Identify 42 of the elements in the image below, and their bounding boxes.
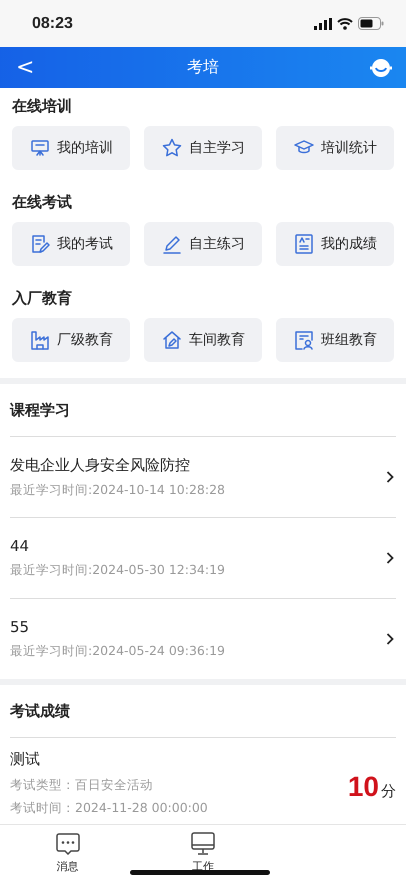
score-unit: 分 (381, 782, 396, 801)
signal-icon (314, 18, 332, 30)
menu-button[interactable]: 班组教育 (276, 318, 394, 362)
menu-button[interactable]: 自主学习 (144, 126, 262, 170)
back-button[interactable]: < (12, 55, 38, 80)
menu-button[interactable]: 车间教育 (144, 318, 262, 362)
house-pen-icon (161, 329, 183, 351)
last-study-time: 最近学习时间:2024-05-30 12:34:19 (10, 562, 226, 579)
section-heading: 课程学习 (10, 384, 396, 437)
tab-bar-item[interactable]: 消息 (0, 825, 136, 883)
report-card-icon (293, 233, 315, 255)
exam-type: 考试类型：百日安全活动 (10, 777, 154, 794)
section-heading: 考试成绩 (10, 685, 396, 738)
menu-button[interactable]: 我的成绩 (276, 222, 394, 266)
star-icon (161, 137, 183, 159)
chevron-right-icon[interactable] (386, 552, 396, 564)
factory-icon (29, 329, 51, 351)
menu-button[interactable]: 自主练习 (144, 222, 262, 266)
course-title[interactable]: 44 (10, 537, 386, 555)
chat-bubble-icon (54, 831, 81, 855)
wifi-icon (337, 18, 353, 30)
last-study-time: 最近学习时间:2024-10-14 10:28:28 (10, 482, 226, 498)
monitor-icon (190, 831, 216, 855)
exam-time: 考试时间：2024-11-28 00:00:00 (10, 800, 209, 817)
exam-title: 测试 (10, 750, 41, 769)
clock-time: 08:23 (32, 14, 73, 32)
menu-button[interactable]: 我的培训 (12, 126, 130, 170)
course-title[interactable]: 发电企业人身安全风险防控 (10, 456, 386, 474)
person-card-icon (293, 329, 315, 351)
chevron-right-icon[interactable] (386, 633, 396, 645)
page-title: 考培 (187, 57, 220, 78)
battery-icon (358, 17, 384, 30)
section-heading: 在线考试 (12, 192, 73, 213)
menu-button[interactable]: 培训统计 (276, 126, 394, 170)
section-heading: 入厂教育 (12, 288, 73, 309)
menu-button[interactable]: 我的考试 (12, 222, 130, 266)
course-title[interactable]: 55 (10, 618, 386, 636)
exam-score: 10 (348, 771, 379, 803)
last-study-time: 最近学习时间:2024-05-24 09:36:19 (10, 643, 226, 660)
menu-button[interactable]: 厂级教育 (12, 318, 130, 362)
chevron-right-icon[interactable] (386, 471, 396, 483)
section-heading: 在线培训 (12, 96, 73, 117)
